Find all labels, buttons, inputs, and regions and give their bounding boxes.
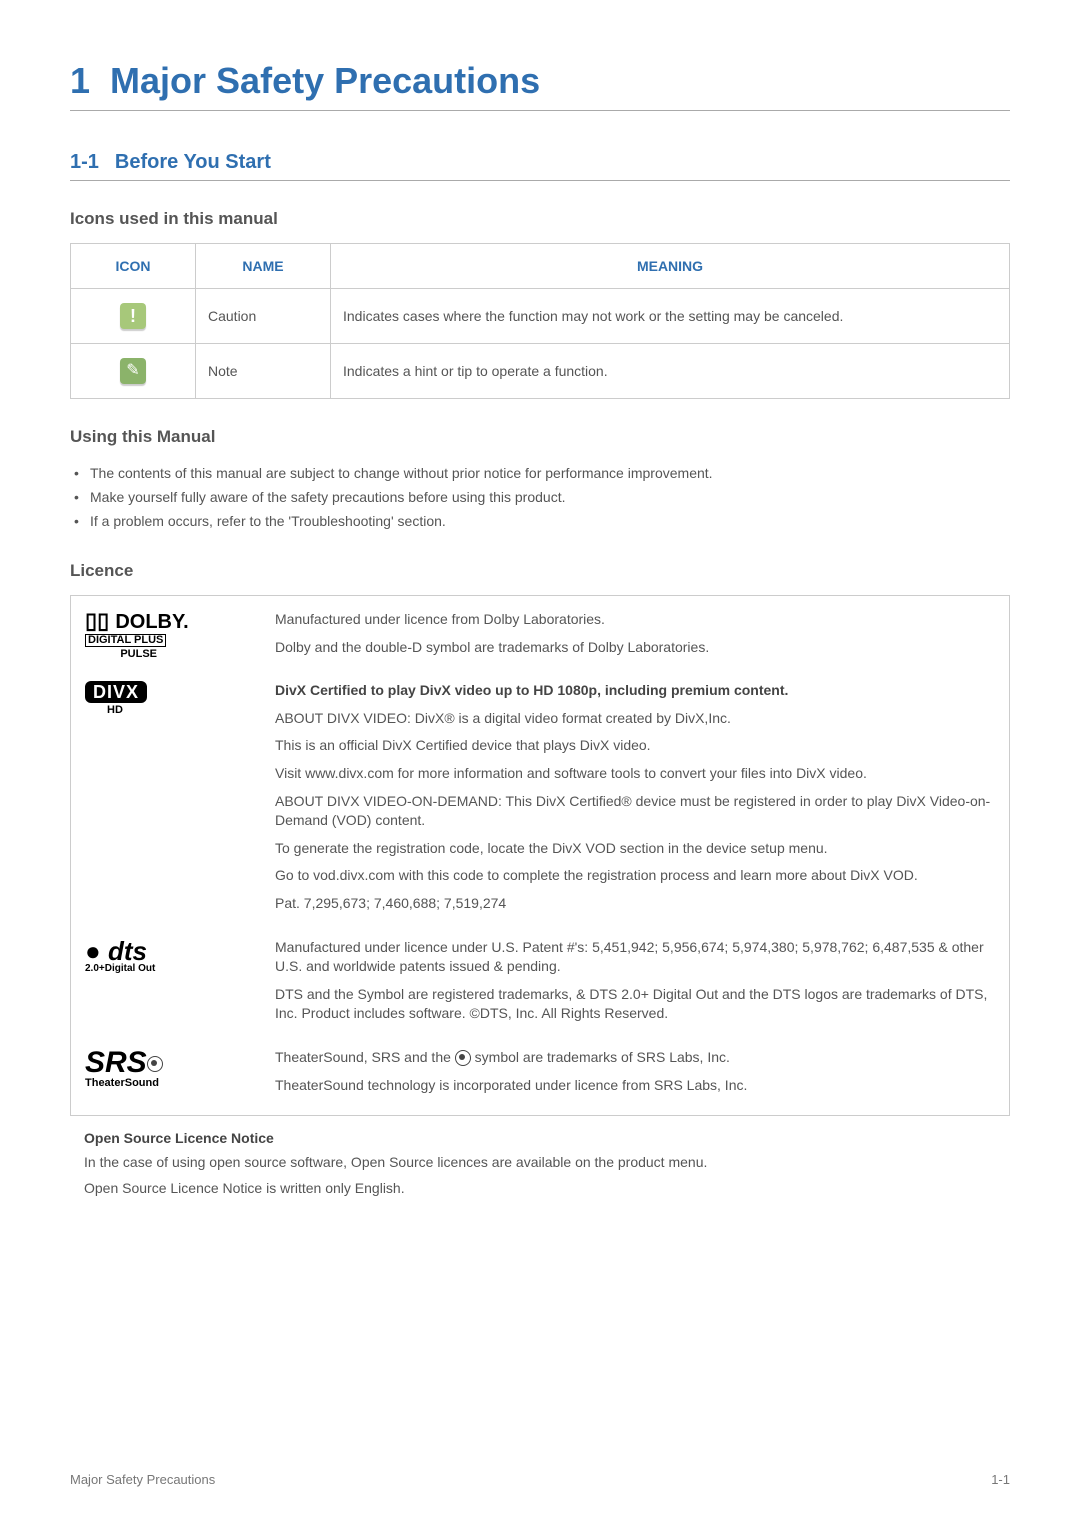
subheading-using: Using this Manual bbox=[70, 427, 1010, 447]
section-number: 1-1 bbox=[70, 151, 99, 174]
section-text: Before You Start bbox=[115, 151, 271, 173]
icon-cell: ✎ bbox=[71, 344, 196, 399]
subheading-licence: Licence bbox=[70, 561, 1010, 581]
srs-text: TheaterSound, SRS and the symbol are tra… bbox=[275, 1048, 995, 1103]
divx-logo: DIVX HD bbox=[85, 681, 275, 716]
list-item: If a problem occurs, refer to the 'Troub… bbox=[70, 509, 1010, 533]
dts-p2: DTS and the Symbol are registered tradem… bbox=[275, 985, 995, 1024]
name-cell: Note bbox=[196, 344, 331, 399]
icons-table: ICON NAME MEANING ! Caution Indicates ca… bbox=[70, 243, 1010, 399]
name-cell: Caution bbox=[196, 289, 331, 344]
list-item: The contents of this manual are subject … bbox=[70, 461, 1010, 485]
page-footer: Major Safety Precautions 1-1 bbox=[70, 1472, 1010, 1487]
footer-right: 1-1 bbox=[991, 1472, 1010, 1487]
note-icon: ✎ bbox=[120, 358, 146, 384]
using-list: The contents of this manual are subject … bbox=[70, 461, 1010, 533]
divx-p4: Visit www.divx.com for more information … bbox=[275, 764, 995, 784]
dolby-logo: ▯▯ DOLBY. DIGITAL PLUS PULSE bbox=[85, 610, 275, 660]
footer-left: Major Safety Precautions bbox=[70, 1472, 215, 1487]
licence-srs: SRS TheaterSound TheaterSound, SRS and t… bbox=[85, 1044, 995, 1105]
dolby-logo-sub2: PULSE bbox=[85, 649, 157, 660]
dolby-logo-text: DOLBY. bbox=[115, 611, 188, 633]
open-source-p2: Open Source Licence Notice is written on… bbox=[84, 1180, 1010, 1196]
dts-logo-sub: 2.0+Digital Out bbox=[85, 964, 275, 974]
chapter-title: 1 Major Safety Precautions bbox=[70, 60, 1010, 111]
licence-dolby: ▯▯ DOLBY. DIGITAL PLUS PULSE Manufacture… bbox=[85, 606, 995, 677]
open-source-block: Open Source Licence Notice In the case o… bbox=[84, 1130, 1010, 1196]
divx-p5: ABOUT DIVX VIDEO-ON-DEMAND: This DivX Ce… bbox=[275, 792, 995, 831]
list-item: Make yourself fully aware of the safety … bbox=[70, 485, 1010, 509]
table-row: ! Caution Indicates cases where the func… bbox=[71, 289, 1010, 344]
dts-logo-text: dts bbox=[108, 936, 147, 966]
divx-p7: Go to vod.divx.com with this code to com… bbox=[275, 866, 995, 886]
dts-text: Manufactured under licence under U.S. Pa… bbox=[275, 938, 995, 1032]
divx-p6: To generate the registration code, locat… bbox=[275, 839, 995, 859]
chapter-text: Major Safety Precautions bbox=[110, 60, 540, 101]
divx-p8: Pat. 7,295,673; 7,460,688; 7,519,274 bbox=[275, 894, 995, 914]
divx-p3: This is an official DivX Certified devic… bbox=[275, 736, 995, 756]
licence-box: ▯▯ DOLBY. DIGITAL PLUS PULSE Manufacture… bbox=[70, 595, 1010, 1116]
srs-logo: SRS TheaterSound bbox=[85, 1048, 275, 1089]
dolby-logo-sub1: DIGITAL PLUS bbox=[85, 634, 166, 647]
divx-logo-hd: HD bbox=[85, 705, 145, 716]
dts-p1: Manufactured under licence under U.S. Pa… bbox=[275, 938, 995, 977]
srs-logo-text: SRS bbox=[85, 1046, 147, 1079]
srs-p2: TheaterSound technology is incorporated … bbox=[275, 1076, 995, 1096]
table-row: ✎ Note Indicates a hint or tip to operat… bbox=[71, 344, 1010, 399]
divx-text: DivX Certified to play DivX video up to … bbox=[275, 681, 995, 921]
srs-symbol-icon bbox=[455, 1050, 471, 1066]
divx-logo-text: DIVX bbox=[85, 681, 147, 703]
col-meaning: MEANING bbox=[331, 244, 1010, 289]
section-title: 1-1 Before You Start bbox=[70, 151, 1010, 181]
srs-logo-sub: TheaterSound bbox=[85, 1078, 275, 1089]
licence-dts: ● dts 2.0+Digital Out Manufactured under… bbox=[85, 934, 995, 1044]
dolby-p1: Manufactured under licence from Dolby La… bbox=[275, 610, 995, 630]
srs-p1: TheaterSound, SRS and the symbol are tra… bbox=[275, 1048, 995, 1068]
divx-p2: ABOUT DIVX VIDEO: DivX® is a digital vid… bbox=[275, 709, 995, 729]
srs-circle-icon bbox=[147, 1056, 163, 1072]
chapter-number: 1 bbox=[70, 60, 90, 102]
open-source-title: Open Source Licence Notice bbox=[84, 1130, 1010, 1146]
subheading-icons: Icons used in this manual bbox=[70, 209, 1010, 229]
meaning-cell: Indicates cases where the function may n… bbox=[331, 289, 1010, 344]
dolby-p2: Dolby and the double-D symbol are tradem… bbox=[275, 638, 995, 658]
col-name: NAME bbox=[196, 244, 331, 289]
icon-cell: ! bbox=[71, 289, 196, 344]
meaning-cell: Indicates a hint or tip to operate a fun… bbox=[331, 344, 1010, 399]
caution-icon: ! bbox=[120, 303, 146, 329]
dts-logo: ● dts 2.0+Digital Out bbox=[85, 938, 275, 974]
dolby-text: Manufactured under licence from Dolby La… bbox=[275, 610, 995, 665]
col-icon: ICON bbox=[71, 244, 196, 289]
open-source-p1: In the case of using open source softwar… bbox=[84, 1154, 1010, 1170]
licence-divx: DIVX HD DivX Certified to play DivX vide… bbox=[85, 677, 995, 933]
divx-p1: DivX Certified to play DivX video up to … bbox=[275, 681, 995, 701]
